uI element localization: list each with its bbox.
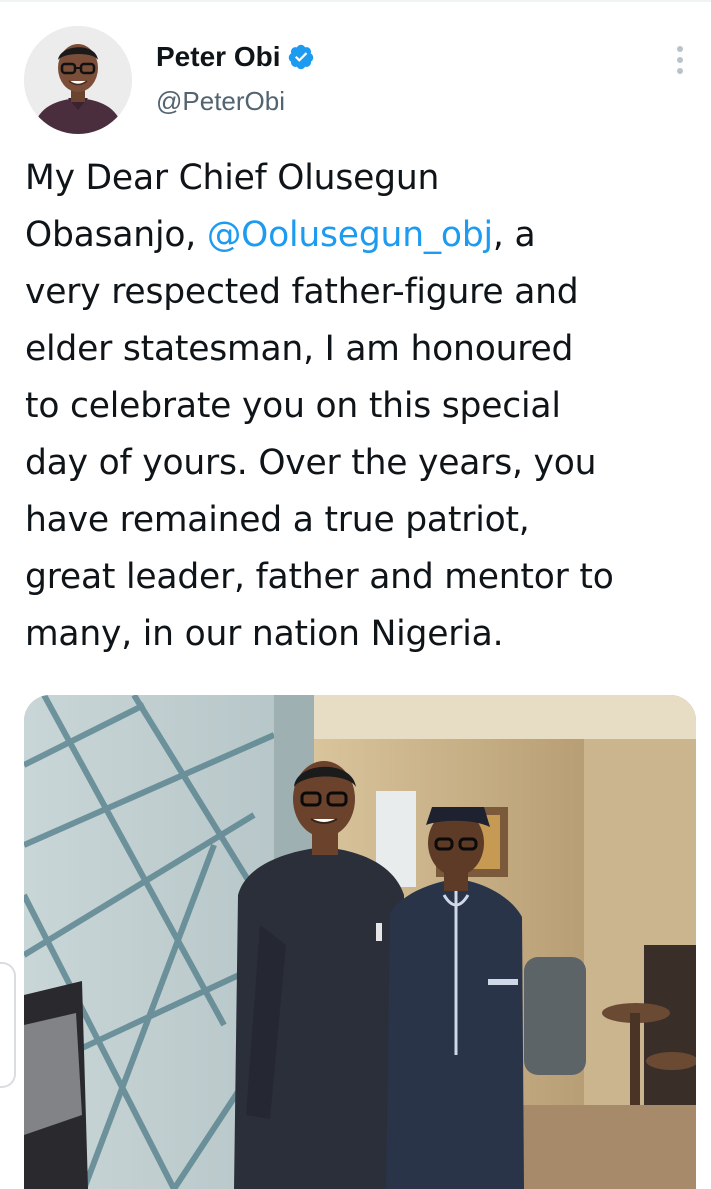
more-options-button[interactable] xyxy=(664,40,696,80)
tweet-line: to celebrate you on this special xyxy=(25,386,561,426)
more-vertical-icon-dot xyxy=(677,68,683,74)
tweet-line: My Dear Chief Olusegun xyxy=(25,158,440,198)
tweet-line: elder statesman, I am honoured xyxy=(25,329,574,369)
author-name-row: Peter Obi xyxy=(156,40,315,74)
tweet-line: many, in our nation Nigeria. xyxy=(25,614,504,654)
verified-badge-icon xyxy=(289,44,314,70)
tweet-text: My Dear Chief Olusegun Obasanjo, @Ooluse… xyxy=(25,150,705,663)
author-display-name[interactable]: Peter Obi xyxy=(156,40,280,74)
tweet-media-photo[interactable] xyxy=(24,695,696,1189)
tweet-line: very respected father-figure and xyxy=(25,272,579,312)
more-vertical-icon-dot xyxy=(677,57,683,63)
side-scroll-handle[interactable] xyxy=(0,962,16,1088)
more-vertical-icon xyxy=(677,46,683,52)
tweet-line: have remained a true patriot, xyxy=(25,500,530,540)
tweet-line: Obasanjo, @Oolusegun_obj, a xyxy=(25,215,536,255)
tweet-line: great leader, father and mentor to xyxy=(25,557,614,597)
author-handle[interactable]: @PeterObi xyxy=(156,84,285,118)
top-divider xyxy=(0,0,711,2)
photo-two-men-standing-icon xyxy=(24,695,696,1189)
tweet-line: day of yours. Over the years, you xyxy=(25,443,597,483)
author-avatar[interactable] xyxy=(24,26,132,134)
avatar-photo-icon xyxy=(24,26,132,134)
mention-link[interactable]: @Oolusegun_obj xyxy=(207,215,493,255)
